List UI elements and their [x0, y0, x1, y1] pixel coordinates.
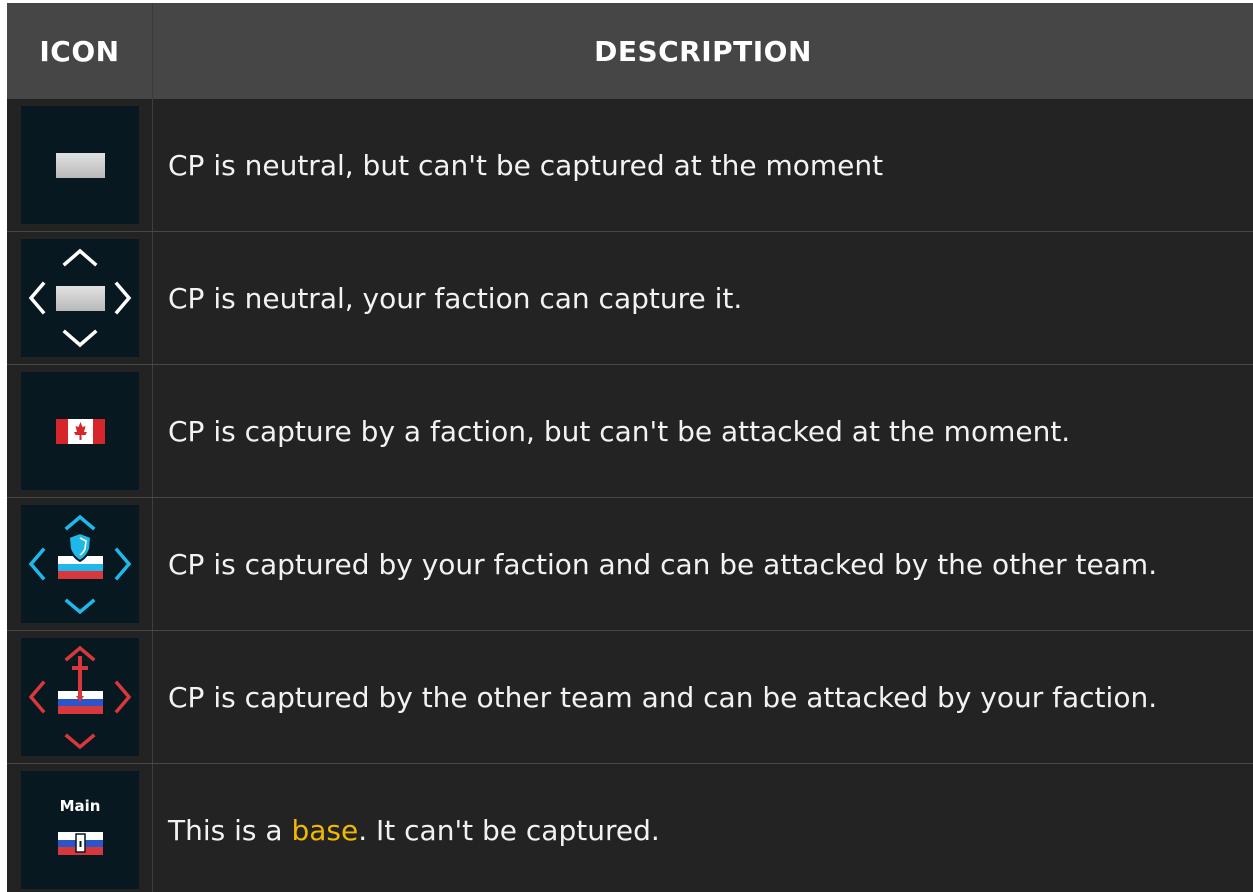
table-row: CP is captured by the other team and can… — [7, 631, 1253, 763]
main-base-label: Main — [59, 797, 101, 815]
canada-flag-locked-icon — [21, 372, 139, 490]
base-link[interactable]: base — [291, 814, 358, 847]
description-text-after: . It can't be captured. — [358, 813, 660, 847]
row-description: CP is captured by the other team and can… — [168, 680, 1158, 714]
friendly-defend-icon — [21, 505, 139, 623]
cp-icon-legend-table: ICON DESCRIPTION CP is neutral, but can'… — [7, 3, 1253, 892]
table-row: CP is neutral, but can't be captured at … — [7, 99, 1253, 231]
row-description: CP is neutral, your faction can capture … — [168, 281, 743, 315]
header-icon-column: ICON — [39, 34, 120, 68]
neutral-capturable-icon — [21, 239, 139, 357]
table-row: Main This is a base. It can't be capture… — [7, 764, 1253, 892]
table-header: ICON DESCRIPTION — [7, 3, 1253, 99]
row-description: CP is capture by a faction, but can't be… — [168, 414, 1071, 448]
table-row: CP is capture by a faction, but can't be… — [7, 365, 1253, 497]
enemy-attack-icon — [21, 638, 139, 756]
row-description: CP is neutral, but can't be captured at … — [168, 148, 884, 182]
row-description: CP is captured by your faction and can b… — [168, 547, 1158, 581]
header-description-column: DESCRIPTION — [594, 34, 812, 68]
description-text-before: This is a — [168, 813, 292, 847]
main-base-icon: Main — [21, 771, 139, 889]
row-description: This is a base. It can't be captured. — [168, 764, 1248, 892]
neutral-locked-icon — [21, 106, 139, 224]
table-row: CP is neutral, your faction can capture … — [7, 232, 1253, 364]
table-row: CP is captured by your faction and can b… — [7, 498, 1253, 630]
